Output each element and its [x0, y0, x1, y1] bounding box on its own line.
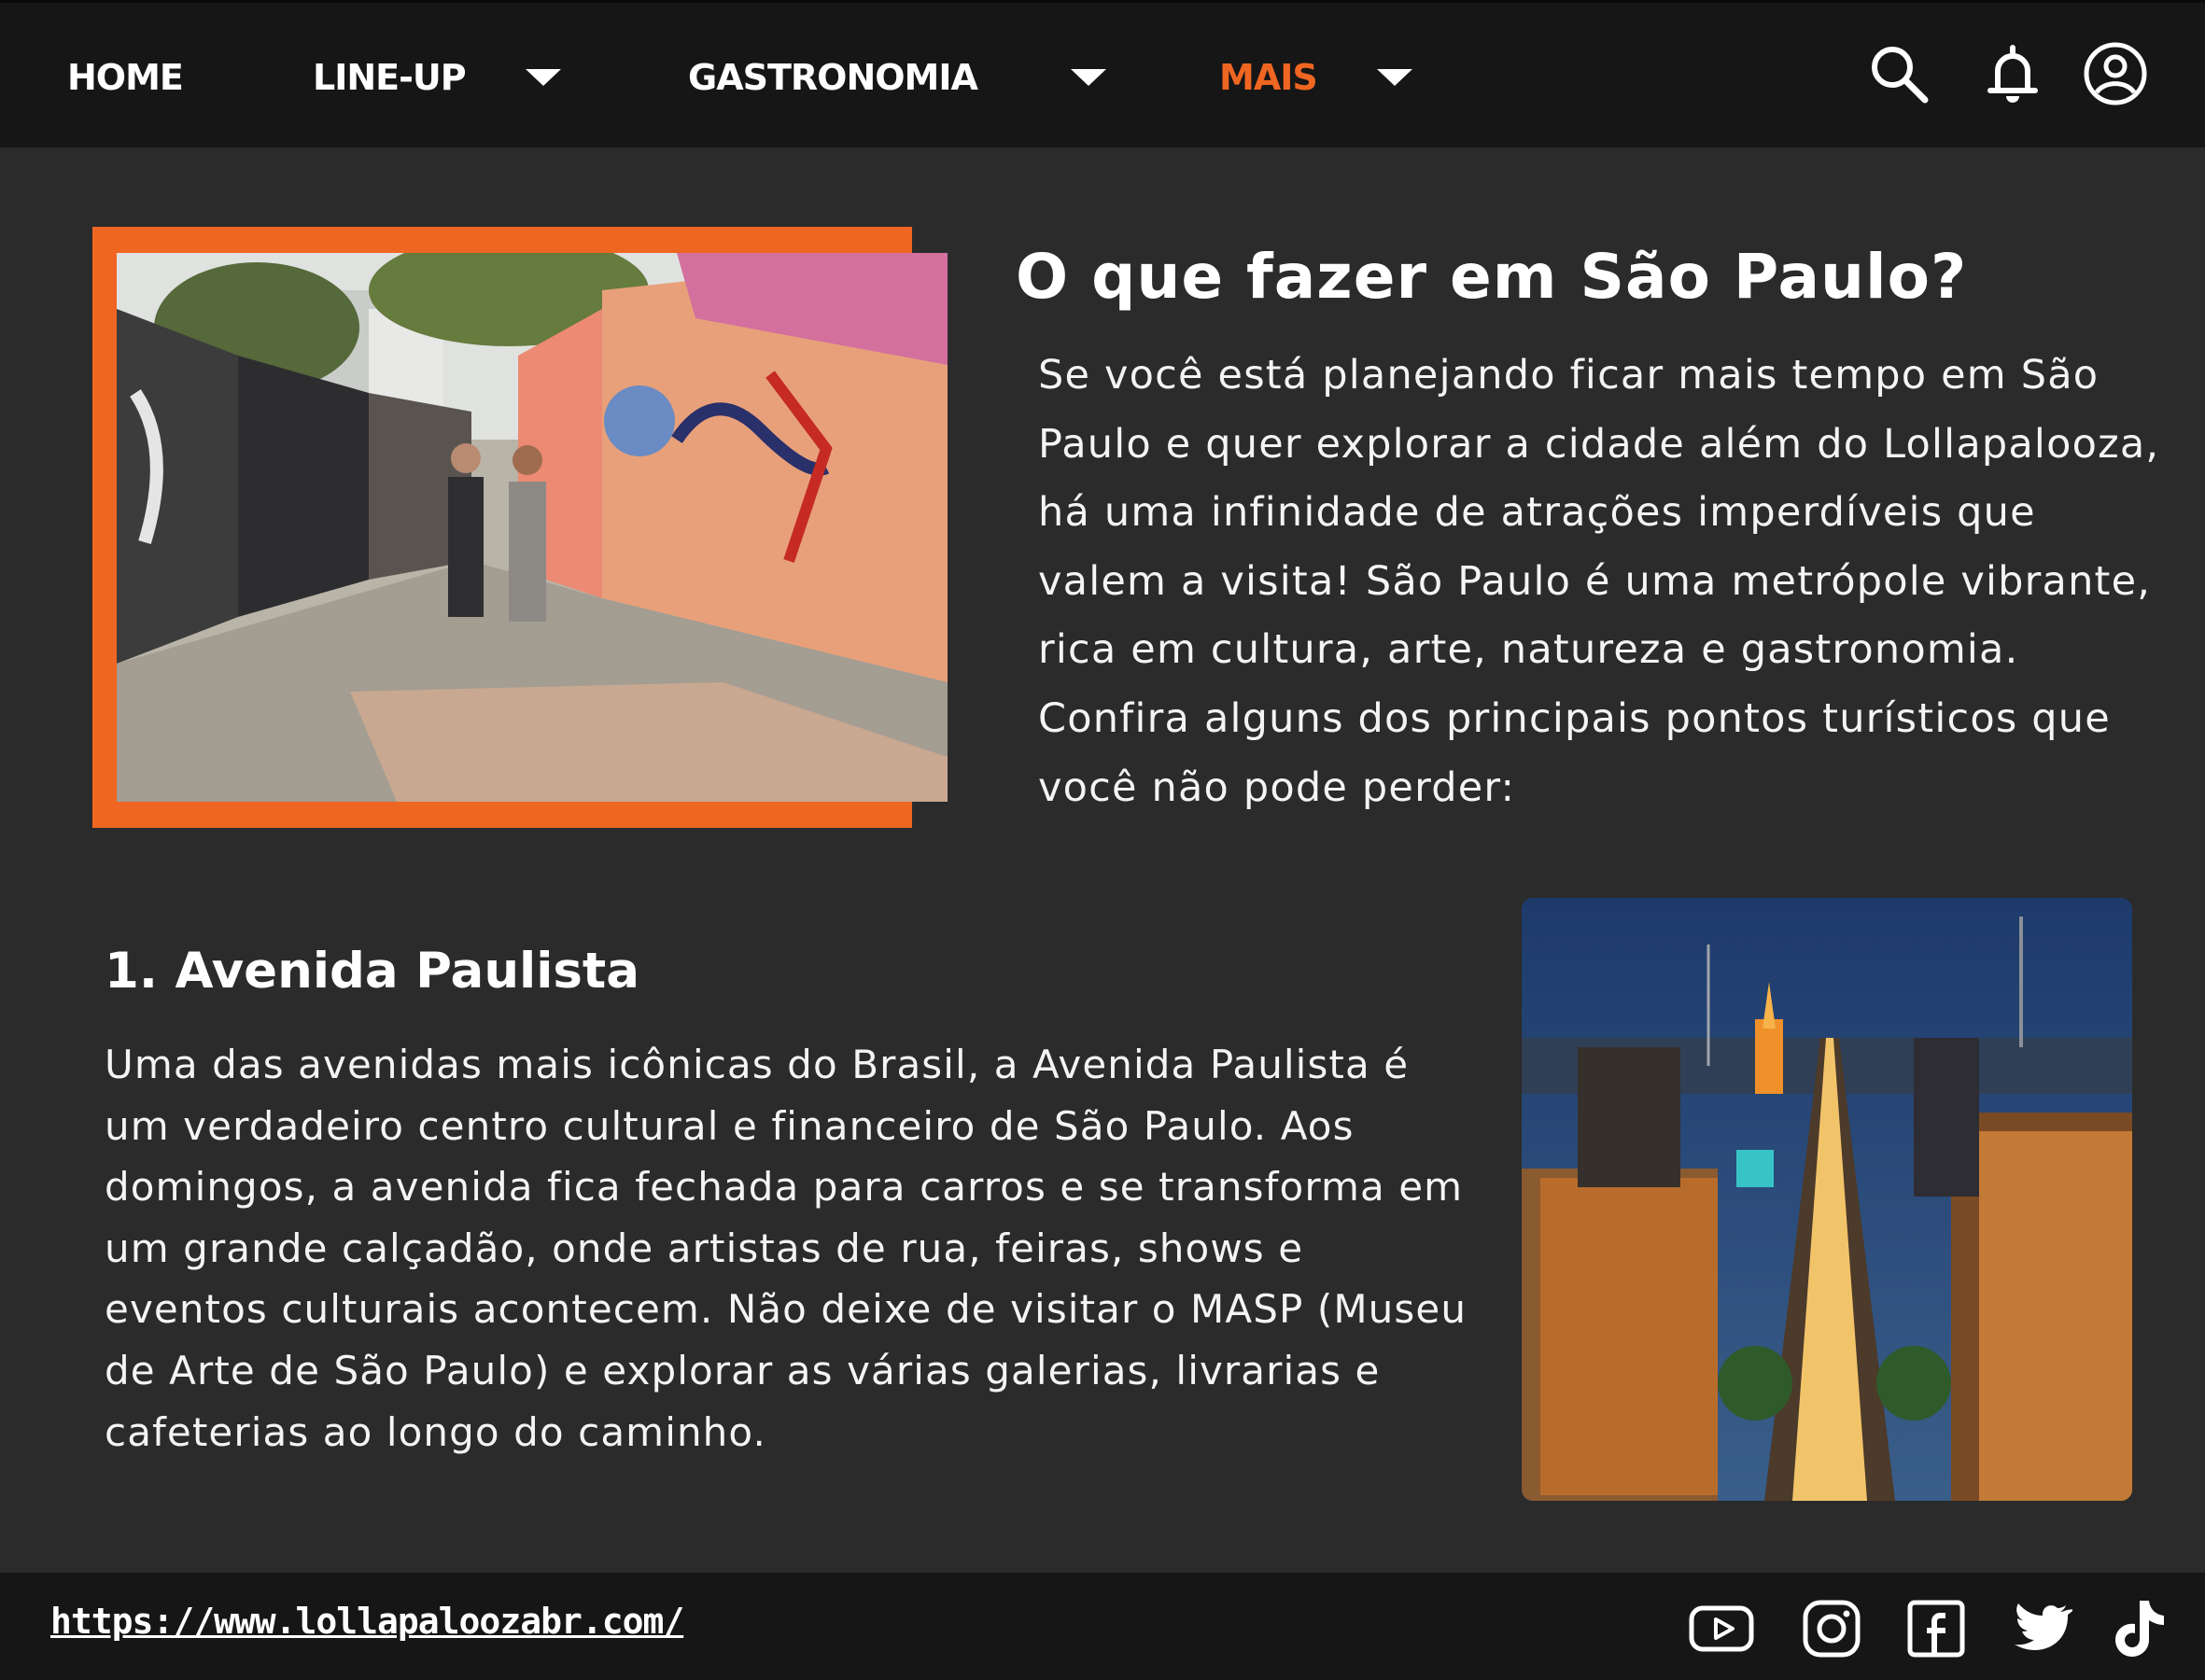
intro-paragraph: Se você está planejando ficar mais tempo… — [1038, 352, 2160, 811]
chevron-down-icon[interactable] — [1376, 69, 1412, 86]
tiktok-icon[interactable] — [2104, 1595, 2171, 1662]
avenida-paulista-image — [1522, 898, 2132, 1501]
chevron-down-icon[interactable] — [525, 69, 561, 86]
facebook-icon[interactable] — [1903, 1595, 1970, 1662]
nav-mais-label: MAIS — [1219, 57, 1318, 98]
twitter-icon[interactable] — [2005, 1595, 2072, 1662]
section-title: 1. Avenida Paulista — [105, 943, 640, 1000]
user-icon[interactable] — [2082, 40, 2149, 107]
youtube-icon[interactable] — [1688, 1595, 1755, 1662]
hero-image — [117, 253, 948, 802]
nav-gastronomia[interactable]: GASTRONOMIA — [688, 51, 1106, 104]
search-icon[interactable] — [1865, 40, 1932, 107]
bell-icon[interactable] — [1979, 40, 2046, 107]
nav-lineup[interactable]: LINE-UP — [313, 51, 561, 104]
top-navbar: HOME LINE-UP GASTRONOMIA MAIS — [0, 0, 2205, 147]
nav-mais[interactable]: MAIS — [1219, 51, 1412, 104]
section-body: Uma das avenidas mais icônicas do Brasil… — [105, 1042, 1468, 1455]
page-title: O que fazer em São Paulo? — [1016, 241, 1968, 313]
nav-lineup-label: LINE-UP — [313, 57, 467, 98]
nav-gastronomia-label: GASTRONOMIA — [688, 57, 978, 98]
nav-home[interactable]: HOME — [67, 51, 184, 104]
instagram-icon[interactable] — [1798, 1595, 1865, 1662]
site-url-link[interactable]: https://www.lollapaloozabr.com/ — [50, 1601, 684, 1642]
footer: https://www.lollapaloozabr.com/ — [0, 1573, 2205, 1680]
nav-home-label: HOME — [67, 57, 184, 98]
chevron-down-icon[interactable] — [1070, 69, 1106, 86]
